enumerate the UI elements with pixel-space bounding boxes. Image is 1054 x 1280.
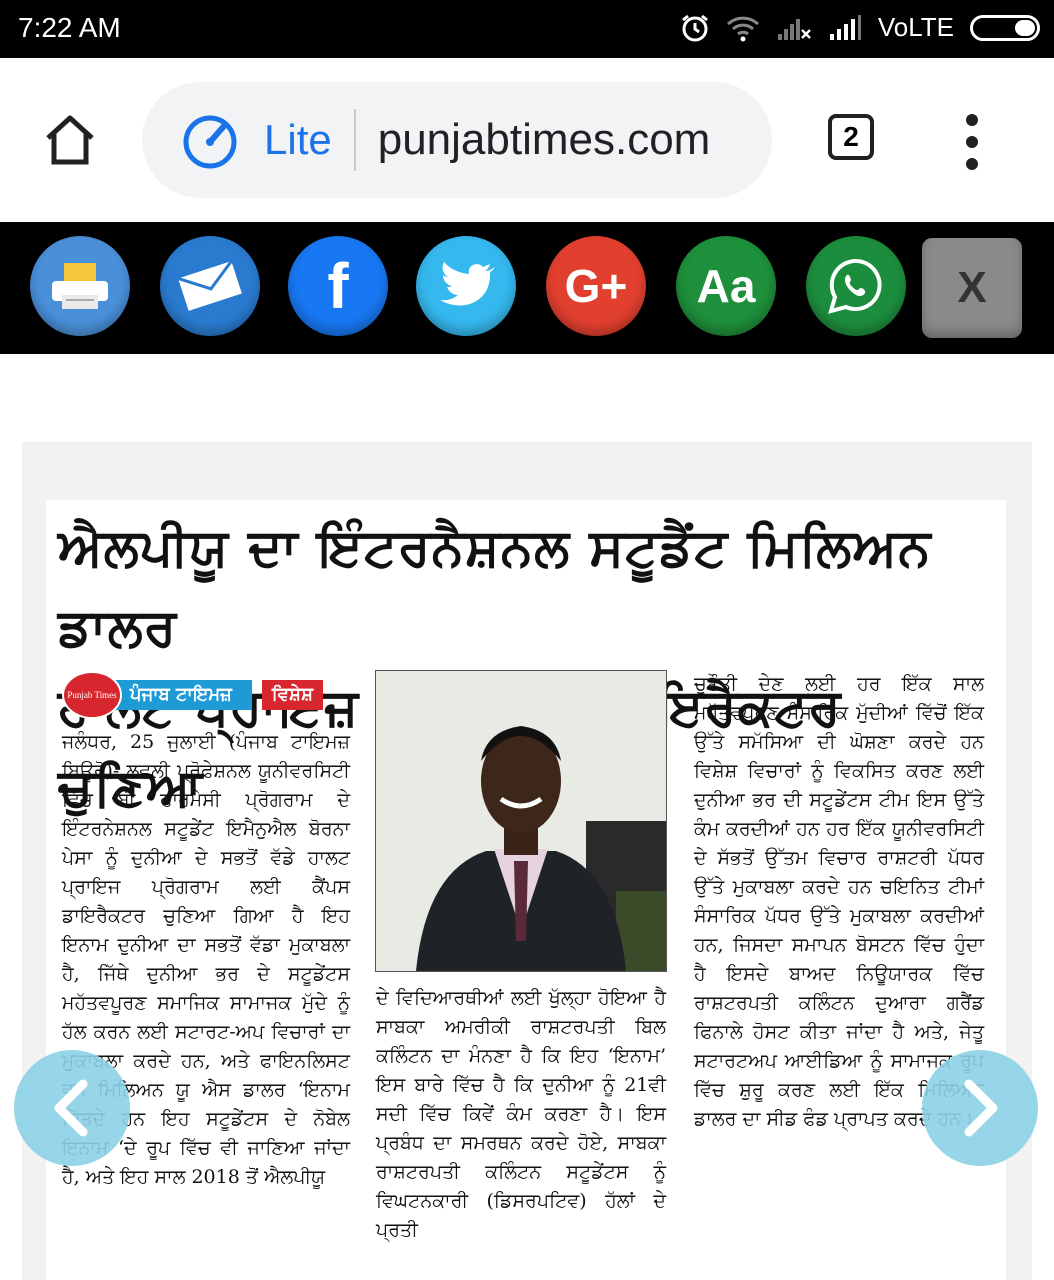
lite-mode-icon <box>183 115 237 169</box>
whatsapp-share-button[interactable] <box>806 236 906 336</box>
tab-switcher-button[interactable]: 2 <box>828 114 874 160</box>
google-plus-share-button[interactable]: G+ <box>546 236 646 336</box>
no-signal-icon <box>776 14 812 42</box>
twitter-share-button[interactable] <box>416 236 516 336</box>
student-photo <box>375 670 667 972</box>
browser-toolbar: Lite punjabtimes.com 2 <box>0 58 1054 222</box>
signal-icon <box>828 14 862 42</box>
twitter-bird-icon <box>440 262 495 306</box>
print-button[interactable] <box>30 236 130 336</box>
menu-dot-icon <box>966 114 978 126</box>
status-icons: VoLTE <box>680 12 1040 43</box>
home-button[interactable] <box>40 110 100 170</box>
article-column-2: ਦੇ ਵਿਦਿਆਰਥੀਆਂ ਲਈ ਖੁੱਲ੍ਹਾ ਹੋਇਆ ਹੈ ਸਾਬਕਾ ਅ… <box>376 987 666 1241</box>
url-text[interactable]: punjabtimes.com <box>378 115 711 165</box>
battery-icon <box>970 14 1040 41</box>
publication-name: ਪੰਜਾਬ ਟਾਇਮਜ਼ <box>112 680 252 710</box>
lite-mode-label: Lite <box>264 116 332 163</box>
chevron-right-icon <box>964 1079 998 1137</box>
network-label: VoLTE <box>877 12 954 42</box>
menu-dot-icon <box>966 136 978 148</box>
url-separator <box>353 109 356 171</box>
publication-badge: Punjab Times ਪੰਜਾਬ ਟਾਇਮਜ਼ ਵਿਸ਼ੇਸ਼ <box>62 671 354 719</box>
close-share-bar-button[interactable]: X <box>922 238 1022 338</box>
home-icon <box>46 115 94 165</box>
punjab-times-logo: Punjab Times <box>62 671 122 719</box>
menu-dot-icon <box>966 158 978 170</box>
headline-line-1: ਐਲਪੀਯੂ ਦਾ ਇੰਟਰਨੈਸ਼ਨਲ ਸਟੂਡੈਂਟ ਮਿਲਿਅਨ ਡਾਲਰ <box>58 517 932 658</box>
next-button[interactable] <box>922 1050 1038 1166</box>
overflow-menu-button[interactable] <box>960 114 984 170</box>
printer-icon <box>52 263 108 309</box>
envelope-icon <box>177 261 242 311</box>
font-size-button[interactable]: Aa <box>676 236 776 336</box>
facebook-share-button[interactable]: f <box>288 236 388 336</box>
wifi-icon <box>726 14 760 42</box>
share-bar: f G+ Aa X <box>0 222 1054 354</box>
status-bar: 7:22 AM VoLTE <box>0 0 1054 58</box>
previous-button[interactable] <box>14 1050 130 1166</box>
address-bar[interactable]: Lite punjabtimes.com <box>142 82 772 198</box>
special-tag: ਵਿਸ਼ੇਸ਼ <box>261 680 323 710</box>
chevron-left-icon <box>54 1079 88 1137</box>
alarm-icon <box>680 13 710 43</box>
status-time: 7:22 AM <box>18 12 121 43</box>
whatsapp-icon <box>828 258 882 314</box>
email-share-button[interactable] <box>160 236 260 336</box>
